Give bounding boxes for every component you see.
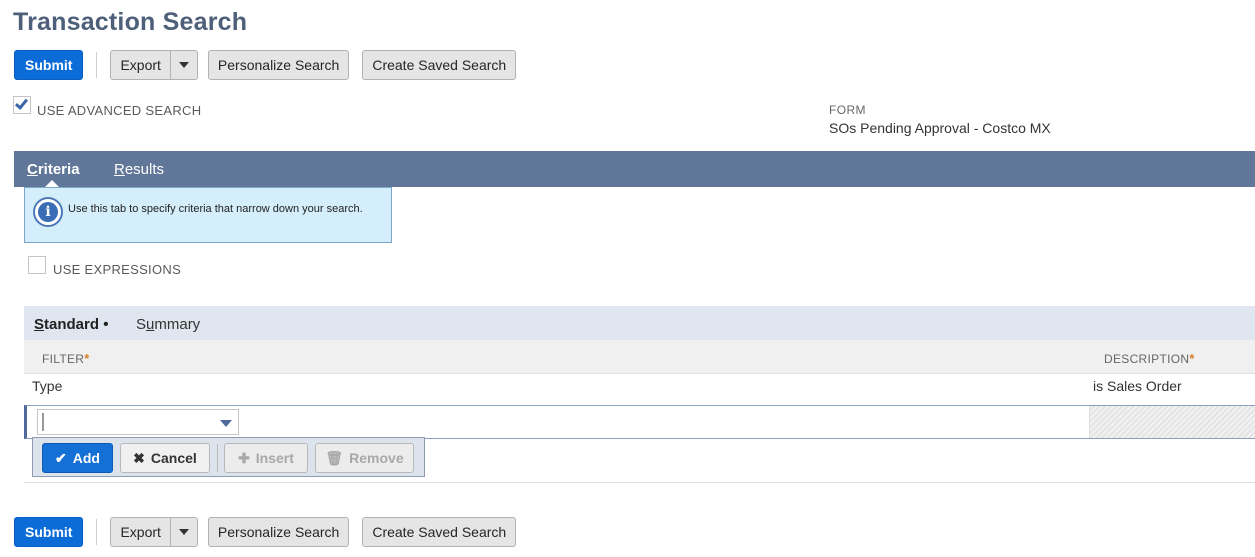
export-button-bottom[interactable]: Export [110, 517, 171, 547]
form-value: SOs Pending Approval - Costco MX [829, 120, 1051, 136]
remove-button[interactable]: 🗑 Remove [315, 443, 414, 473]
personalize-search-button[interactable]: Personalize Search [207, 50, 350, 80]
close-icon: ✖ [133, 449, 145, 466]
caret-down-icon [178, 529, 189, 535]
use-advanced-search-label: USE ADVANCED SEARCH [37, 103, 202, 118]
criteria-subtab-bar: Standard • Summary [24, 306, 1255, 340]
export-dropdown-button-bottom[interactable] [170, 517, 198, 547]
submit-button-bottom[interactable]: Submit [14, 517, 84, 547]
personalize-search-button-bottom[interactable]: Personalize Search [207, 517, 350, 547]
grid-header: FILTER* DESCRIPTION* [24, 340, 1255, 374]
use-advanced-search-checkbox[interactable] [13, 96, 31, 114]
info-icon: i [33, 197, 63, 227]
action-divider [217, 444, 218, 472]
page-title: Transaction Search [13, 8, 248, 36]
required-marker: * [1189, 351, 1195, 366]
filter-select[interactable] [37, 409, 239, 435]
tab-results[interactable]: Results [114, 161, 164, 178]
main-tab-bar: Criteria Results [14, 151, 1255, 187]
caret-down-icon [178, 62, 189, 68]
toolbar-divider [96, 52, 98, 78]
create-saved-search-button[interactable]: Create Saved Search [362, 50, 517, 80]
use-expressions-label: USE EXPRESSIONS [53, 262, 182, 277]
trash-icon: 🗑 [325, 449, 344, 466]
row-filter-cell[interactable]: Type [32, 378, 62, 394]
create-saved-search-button-bottom[interactable]: Create Saved Search [362, 517, 517, 547]
column-header-description: DESCRIPTION* [1104, 351, 1195, 366]
export-split-button-bottom: Export [110, 517, 198, 547]
use-expressions-checkbox[interactable] [28, 256, 46, 274]
required-marker: * [84, 351, 90, 366]
description-disabled-cell [1089, 406, 1255, 438]
tab-criteria[interactable]: Criteria [27, 161, 80, 178]
cancel-button[interactable]: ✖ Cancel [120, 443, 210, 473]
info-text: Use this tab to specify criteria that na… [68, 203, 363, 215]
row-action-bar: ✔ Add ✖ Cancel ✚ Insert 🗑 Remove [32, 437, 425, 477]
check-icon: ✔ [55, 449, 67, 466]
submit-button[interactable]: Submit [14, 50, 84, 80]
grid-edit-row [24, 405, 1255, 439]
add-button[interactable]: ✔ Add [42, 443, 113, 473]
checkmark-icon [14, 96, 29, 110]
subtab-standard[interactable]: Standard • [34, 316, 108, 333]
plus-icon: ✚ [238, 449, 250, 466]
info-message: i Use this tab to specify criteria that … [24, 187, 392, 243]
column-header-filter: FILTER* [42, 351, 90, 366]
subtab-summary[interactable]: Summary [136, 316, 200, 333]
top-toolbar: Submit Export Personalize Search Create … [14, 50, 517, 80]
insert-button[interactable]: ✚ Insert [224, 443, 308, 473]
form-label: FORM [829, 103, 866, 117]
export-split-button: Export [110, 50, 198, 80]
row-description-cell[interactable]: is Sales Order [1093, 378, 1182, 394]
toolbar-divider [96, 519, 98, 545]
dropdown-arrow-icon[interactable] [220, 420, 232, 427]
bottom-toolbar: Submit Export Personalize Search Create … [14, 517, 517, 547]
export-button[interactable]: Export [110, 50, 171, 80]
export-dropdown-button[interactable] [170, 50, 198, 80]
